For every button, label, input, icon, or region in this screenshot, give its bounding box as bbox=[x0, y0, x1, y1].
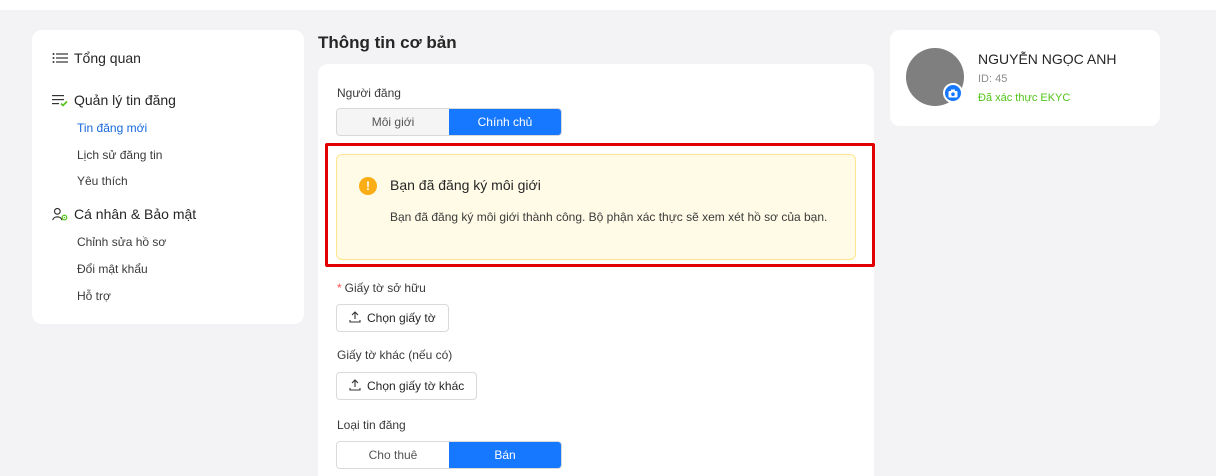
verification-status: Đã xác thực EKYC bbox=[978, 92, 1071, 104]
sidebar-item-listing-management[interactable]: Quản lý tin đăng bbox=[52, 92, 176, 108]
listing-type-option-sell[interactable]: Bán bbox=[449, 442, 561, 468]
sidebar-item-label: Quản lý tin đăng bbox=[74, 92, 176, 108]
sidebar-item-listing-history[interactable]: Lịch sử đăng tin bbox=[77, 148, 162, 162]
camera-icon[interactable] bbox=[943, 83, 963, 103]
upload-icon bbox=[349, 378, 361, 394]
sidebar-item-edit-profile[interactable]: Chỉnh sửa hồ sơ bbox=[77, 235, 166, 249]
listing-type-segmented-control: Cho thuê Bán bbox=[336, 441, 562, 469]
profile-id: ID: 45 bbox=[978, 73, 1008, 85]
profile-card: NGUYỄN NGỌC ANH ID: 45 Đã xác thực EKYC bbox=[890, 30, 1160, 126]
sidebar-item-support[interactable]: Hỗ trợ bbox=[77, 289, 111, 303]
user-settings-icon bbox=[52, 206, 68, 222]
button-label: Chọn giấy tờ khác bbox=[367, 379, 465, 393]
section-title: Thông tin cơ bản bbox=[318, 33, 457, 52]
sidebar-item-label: Cá nhân & Bảo mật bbox=[74, 206, 197, 222]
ownership-doc-label: * Giấy tờ sở hữu bbox=[337, 281, 426, 295]
sidebar-item-change-password[interactable]: Đổi mật khẩu bbox=[77, 262, 148, 276]
list-check-icon bbox=[52, 92, 68, 108]
poster-segmented-control: Môi giới Chính chủ bbox=[336, 108, 562, 136]
sidebar-item-new-listing[interactable]: Tin đăng mới bbox=[77, 121, 147, 135]
poster-label: Người đăng bbox=[337, 86, 401, 100]
button-label: Chọn giấy tờ bbox=[367, 311, 436, 325]
highlight-box bbox=[325, 143, 875, 267]
list-icon bbox=[52, 50, 68, 66]
poster-option-owner[interactable]: Chính chủ bbox=[449, 109, 561, 135]
other-doc-label: Giấy tờ khác (nếu có) bbox=[337, 348, 453, 362]
required-mark: * bbox=[337, 281, 342, 295]
listing-type-option-rent[interactable]: Cho thuê bbox=[337, 442, 449, 468]
sidebar-item-label: Tổng quan bbox=[74, 50, 141, 66]
sidebar: Tổng quan Quản lý tin đăng Tin đăng mới … bbox=[32, 30, 304, 324]
choose-other-doc-button[interactable]: Chọn giấy tờ khác bbox=[336, 372, 478, 400]
upload-icon bbox=[349, 310, 361, 326]
poster-option-broker[interactable]: Môi giới bbox=[337, 109, 449, 135]
sidebar-item-overview[interactable]: Tổng quan bbox=[52, 50, 141, 66]
sidebar-item-personal-security[interactable]: Cá nhân & Bảo mật bbox=[52, 206, 196, 222]
ownership-doc-label-text: Giấy tờ sở hữu bbox=[344, 281, 426, 295]
choose-ownership-doc-button[interactable]: Chọn giấy tờ bbox=[336, 304, 449, 332]
profile-name: NGUYỄN NGỌC ANH bbox=[978, 51, 1117, 67]
top-strip bbox=[0, 0, 1216, 10]
listing-type-label: Loại tin đăng bbox=[337, 418, 406, 432]
sidebar-item-favorites[interactable]: Yêu thích bbox=[77, 174, 128, 188]
